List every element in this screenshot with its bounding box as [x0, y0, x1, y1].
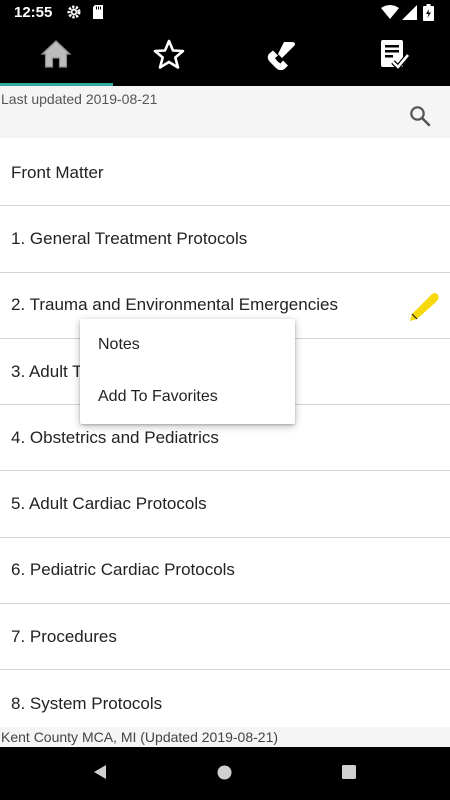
system-nav-bar	[0, 747, 450, 800]
footer-text: Kent County MCA, MI (Updated 2019-08-21)	[0, 727, 450, 747]
signal-icon	[402, 5, 417, 25]
list-item-label: 6. Pediatric Cardiac Protocols	[11, 560, 235, 580]
star-icon	[153, 39, 185, 74]
sd-card-icon	[91, 4, 105, 25]
list-item-label: 8. System Protocols	[11, 693, 163, 713]
checklist-icon	[379, 38, 410, 75]
subheader: Last updated 2019-08-21	[0, 86, 450, 138]
list-item[interactable]: 7. Procedures	[0, 604, 450, 671]
list-item[interactable]: 1. General Treatment Protocols	[0, 206, 450, 273]
tab-phone[interactable]	[225, 26, 338, 86]
list-item-label: 2. Trauma and Environmental Emergencies	[11, 295, 338, 315]
pencil-icon[interactable]	[404, 287, 440, 328]
list-item-label: 4. Obstetrics and Pediatrics	[11, 427, 219, 447]
menu-item-notes[interactable]: Notes	[80, 319, 295, 371]
recents-button[interactable]	[341, 764, 357, 785]
search-button[interactable]	[404, 100, 436, 132]
chapter-list: Front Matter 1. General Treatment Protoc…	[0, 140, 450, 737]
home-button[interactable]	[216, 764, 233, 786]
tab-home[interactable]	[0, 26, 113, 86]
menu-item-add-to-favorites[interactable]: Add To Favorites	[80, 371, 295, 423]
phone-icon	[264, 38, 298, 75]
list-item[interactable]: 5. Adult Cardiac Protocols	[0, 471, 450, 538]
status-bar: 12:55	[0, 0, 450, 26]
list-item-label: 1. General Treatment Protocols	[11, 228, 248, 248]
tab-favorites[interactable]	[113, 26, 226, 86]
gear-icon	[66, 4, 82, 25]
wifi-icon	[381, 5, 399, 25]
context-menu: Notes Add To Favorites	[80, 319, 295, 424]
list-item-label: Front Matter	[11, 162, 104, 182]
last-updated-text: Last updated 2019-08-21	[1, 91, 158, 107]
back-button[interactable]	[91, 763, 109, 786]
search-icon	[404, 106, 436, 136]
list-item[interactable]: 6. Pediatric Cardiac Protocols	[0, 538, 450, 605]
list-item[interactable]: Front Matter	[0, 140, 450, 207]
tab-checklist[interactable]	[338, 26, 450, 86]
top-nav-bar	[0, 26, 450, 86]
home-icon	[40, 39, 72, 74]
status-time: 12:55	[14, 4, 53, 21]
list-item-label: 7. Procedures	[11, 626, 117, 646]
battery-icon	[423, 4, 434, 26]
list-item-label: 5. Adult Cardiac Protocols	[11, 494, 207, 514]
